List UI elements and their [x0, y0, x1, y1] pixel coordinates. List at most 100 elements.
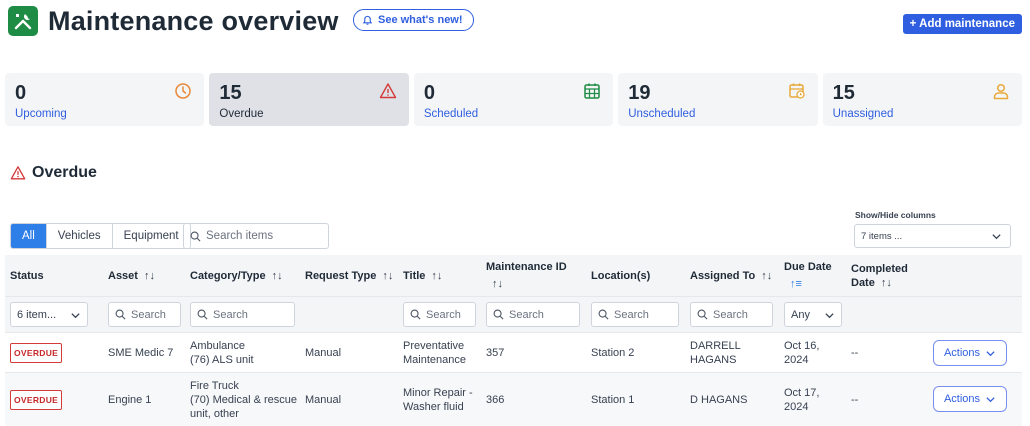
- card-label[interactable]: Overdue: [219, 108, 398, 120]
- tools-icon: [8, 6, 38, 36]
- asset-search-input[interactable]: Search: [108, 302, 181, 327]
- section-title-text: Overdue: [32, 164, 97, 181]
- sort-icon: ↑↓: [431, 269, 443, 282]
- col-request-type[interactable]: Request Type ↑↓: [305, 255, 393, 296]
- due-date-filter-select[interactable]: Any: [784, 302, 842, 327]
- card-unscheduled[interactable]: 19 Unscheduled: [618, 73, 818, 126]
- sort-icon: ↑↓: [492, 278, 503, 290]
- card-overdue[interactable]: 15 Overdue: [209, 73, 409, 126]
- due-date-cell: Oct 17, 2024: [784, 386, 820, 413]
- maintenance-id-search-input[interactable]: Search: [486, 302, 580, 327]
- show-hide-columns-select[interactable]: 7 items ...: [854, 224, 1011, 248]
- whats-new-button[interactable]: See what's new!: [353, 9, 474, 31]
- col-category[interactable]: Category/Type ↑↓: [190, 255, 283, 296]
- calendar-clock-icon: [788, 83, 805, 99]
- section-title: Overdue: [10, 164, 97, 182]
- sort-icon: ↑↓: [271, 269, 283, 282]
- assigned-search-input[interactable]: Search: [690, 302, 773, 327]
- search-icon: [190, 231, 201, 241]
- chevron-down-icon: [992, 234, 1001, 240]
- location-cell: Station 1: [591, 393, 635, 406]
- card-label[interactable]: Upcoming: [15, 108, 194, 120]
- asset-filter-tabs: All Vehicles Equipment: [10, 223, 191, 249]
- summary-cards: 0 Upcoming 15 Overdue 0 Scheduled 19 Uns…: [5, 73, 1023, 126]
- card-count: 15: [219, 82, 242, 104]
- assigned-cell: D HAGANS: [690, 393, 748, 406]
- chevron-down-icon: [986, 350, 995, 356]
- category-cell: Fire Truck (70) Medical & rescue unit, oth…: [190, 379, 297, 420]
- warning-triangle-icon: [379, 83, 397, 99]
- title-cell: Preventative Maintenance: [403, 339, 466, 366]
- col-completed-date[interactable]: Completed Date ↑↓: [851, 255, 908, 296]
- status-filter-select[interactable]: 6 item...: [10, 302, 88, 327]
- search-icon: [197, 309, 208, 320]
- card-count: 15: [832, 82, 855, 104]
- location-cell: Station 2: [591, 346, 635, 359]
- tab-equipment[interactable]: Equipment: [111, 224, 190, 248]
- card-count: 0: [423, 82, 435, 104]
- card-label[interactable]: Unscheduled: [628, 108, 807, 120]
- maintenance-id-cell: 357: [486, 346, 505, 359]
- location-search-input[interactable]: Search: [591, 302, 679, 327]
- clock-icon: [175, 83, 192, 99]
- col-status: Status: [10, 269, 44, 282]
- card-unassigned[interactable]: 15 Unassigned: [822, 73, 1023, 126]
- actions-button[interactable]: Actions: [933, 340, 1007, 366]
- card-count: 19: [628, 82, 651, 104]
- status-badge: OVERDUE: [10, 342, 63, 363]
- status-badge: OVERDUE: [10, 389, 63, 410]
- add-maintenance-button[interactable]: + Add maintenance: [902, 14, 1022, 34]
- page-header: Maintenance overview See what's new! + A…: [8, 6, 1022, 40]
- completed-date-cell: --: [851, 393, 859, 406]
- col-title[interactable]: Title ↑↓: [403, 255, 442, 296]
- card-upcoming[interactable]: 0 Upcoming: [5, 73, 205, 126]
- col-location: Location(s): [591, 269, 651, 282]
- tab-vehicles[interactable]: Vehicles: [45, 224, 112, 248]
- card-count: 0: [15, 82, 27, 104]
- category-cell: Ambulance (76) ALS unit: [190, 339, 254, 366]
- search-icon: [598, 309, 609, 320]
- card-label[interactable]: Unassigned: [833, 108, 1012, 120]
- search-placeholder: Search items: [206, 230, 274, 242]
- card-scheduled[interactable]: 0 Scheduled: [413, 73, 614, 126]
- due-date-cell: Oct 16, 2024: [784, 339, 820, 366]
- category-search-input[interactable]: Search: [190, 302, 295, 327]
- asset-cell: Engine 1: [108, 393, 152, 406]
- actions-button[interactable]: Actions: [933, 386, 1007, 412]
- calendar-grid-icon: [584, 83, 600, 99]
- sort-icon: ↑↓: [382, 269, 394, 282]
- request-type-cell: Manual: [305, 346, 342, 359]
- bell-icon: [362, 15, 373, 25]
- col-due-date[interactable]: Due Date ↑≡: [784, 255, 832, 296]
- card-label[interactable]: Scheduled: [424, 108, 603, 120]
- tab-all[interactable]: All: [11, 224, 46, 248]
- maintenance-id-cell: 366: [486, 393, 505, 406]
- chevron-down-icon: [986, 396, 995, 402]
- search-icon: [697, 309, 708, 320]
- user-icon: [993, 83, 1009, 100]
- col-assigned-to[interactable]: Assigned To ↑↓: [690, 255, 772, 296]
- column-filter-row: 6 item... Search Search Search Search Se…: [5, 296, 1022, 332]
- show-hide-value: 7 items ...: [861, 230, 903, 242]
- chevron-down-icon: [71, 313, 80, 319]
- search-icon: [115, 309, 126, 320]
- completed-date-cell: --: [851, 346, 859, 359]
- table-row[interactable]: OVERDUE Engine 1 Fire Truck (70) Medical …: [5, 372, 1022, 426]
- col-asset[interactable]: Asset ↑↓: [108, 255, 155, 296]
- title-cell: Minor Repair - Washer fluid: [403, 386, 473, 413]
- search-icon: [410, 309, 421, 320]
- sort-asc-icon: ↑≡: [790, 278, 802, 290]
- asset-cell: SME Medic 7: [108, 346, 174, 359]
- table-row[interactable]: OVERDUE SME Medic 7 Ambulance (76) ALS un…: [5, 332, 1022, 372]
- chevron-down-icon: [825, 313, 834, 319]
- sort-icon: ↑↓: [761, 269, 773, 282]
- table-header: Status Asset ↑↓ Category/Type ↑↓ Request T…: [5, 255, 1022, 296]
- title-search-input[interactable]: Search: [403, 302, 476, 327]
- search-icon: [493, 309, 504, 320]
- col-maintenance-id[interactable]: Maintenance ID ↑↓: [486, 255, 567, 296]
- show-hide-label: Show/Hide columns: [855, 210, 936, 220]
- warning-triangle-icon: [10, 166, 26, 180]
- search-items-input[interactable]: Search items: [183, 223, 329, 249]
- sort-icon: ↑↓: [880, 276, 892, 289]
- request-type-cell: Manual: [305, 393, 342, 406]
